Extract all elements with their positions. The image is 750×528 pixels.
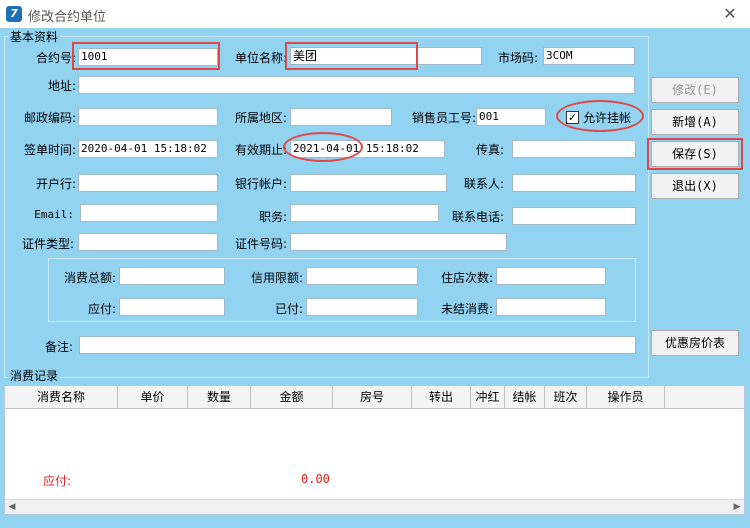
id-type-input[interactable] bbox=[78, 233, 218, 251]
credit-limit-label: 信用限额: bbox=[250, 271, 303, 285]
position-label: 职务: bbox=[258, 210, 287, 224]
region-input[interactable] bbox=[290, 108, 392, 126]
unit-name-label: 单位名称: bbox=[234, 51, 287, 65]
column-header[interactable]: 冲红 bbox=[471, 386, 505, 408]
add-button[interactable]: 新增(A) bbox=[651, 109, 739, 135]
column-header[interactable]: 消费名称 bbox=[5, 386, 118, 408]
bank-label: 开户行: bbox=[35, 177, 76, 191]
fax-input[interactable] bbox=[512, 140, 636, 158]
scroll-left-icon[interactable]: ◀ bbox=[5, 500, 19, 514]
app-icon: 7 bbox=[6, 6, 22, 22]
records-grid[interactable]: 消费名称 单价 数量 金额 房号 转出 冲红 结帐 班次 操作员 应付: 0.0… bbox=[4, 385, 745, 515]
position-input[interactable] bbox=[290, 204, 439, 222]
contact-label: 联系人: bbox=[463, 177, 504, 191]
paid-input[interactable] bbox=[306, 298, 418, 316]
summary-payable-label: 应付: bbox=[43, 474, 72, 488]
contract-no-label: 合约号: bbox=[35, 51, 76, 65]
bank-account-label: 银行帐户: bbox=[234, 177, 287, 191]
unit-name-highlight bbox=[285, 42, 418, 70]
contact-input[interactable] bbox=[512, 174, 636, 192]
sales-id-label: 销售员工号: bbox=[411, 111, 476, 125]
discount-rate-button[interactable]: 优惠房价表 bbox=[651, 330, 739, 356]
payable-label: 应付: bbox=[87, 302, 116, 316]
email-input[interactable] bbox=[80, 204, 218, 222]
column-header[interactable]: 金额 bbox=[251, 386, 333, 408]
save-button-highlight bbox=[647, 138, 743, 170]
total-spend-label: 消费总额: bbox=[63, 271, 116, 285]
remark-input[interactable] bbox=[79, 336, 636, 354]
column-header[interactable]: 班次 bbox=[545, 386, 587, 408]
address-input[interactable] bbox=[78, 76, 635, 94]
records-label: 消费记录 bbox=[8, 367, 61, 384]
id-no-label: 证件号码: bbox=[234, 237, 287, 251]
market-code-input[interactable]: 3COM bbox=[543, 47, 635, 65]
unsettled-input[interactable] bbox=[496, 298, 606, 316]
column-header[interactable]: 数量 bbox=[188, 386, 251, 408]
valid-until-highlight bbox=[283, 132, 363, 162]
allow-credit-highlight bbox=[556, 100, 644, 132]
unsettled-label: 未结消费: bbox=[440, 302, 493, 316]
sales-id-input[interactable]: 001 bbox=[476, 108, 546, 126]
summary-payable-value: 0.00 bbox=[301, 472, 330, 486]
id-no-input[interactable] bbox=[290, 233, 507, 251]
window-title: 修改合约单位 bbox=[28, 10, 107, 25]
bank-account-input[interactable] bbox=[290, 174, 447, 192]
records-header: 消费名称 单价 数量 金额 房号 转出 冲红 结帐 班次 操作员 bbox=[5, 386, 744, 409]
fax-label: 传真: bbox=[475, 143, 504, 157]
remark-label: 备注: bbox=[44, 340, 73, 354]
sign-time-label: 签单时间: bbox=[23, 143, 76, 157]
basic-info-label: 基本资料 bbox=[8, 28, 61, 45]
column-header[interactable]: 操作员 bbox=[587, 386, 665, 408]
title-bar: 7 修改合约单位 ✕ bbox=[0, 0, 750, 28]
stay-count-label: 住店次数: bbox=[440, 271, 493, 285]
bank-input[interactable] bbox=[78, 174, 218, 192]
region-label: 所属地区: bbox=[234, 111, 287, 125]
contact-phone-input[interactable] bbox=[512, 207, 636, 225]
credit-limit-input[interactable] bbox=[306, 267, 418, 285]
address-label: 地址: bbox=[47, 79, 76, 93]
contact-phone-label: 联系电话: bbox=[451, 210, 504, 224]
scroll-right-icon[interactable]: ▶ bbox=[730, 500, 744, 514]
paid-label: 已付: bbox=[274, 302, 303, 316]
column-header[interactable]: 转出 bbox=[412, 386, 471, 408]
payable-input[interactable] bbox=[119, 298, 225, 316]
market-code-label: 市场码: bbox=[497, 51, 538, 65]
email-label: Email: bbox=[34, 208, 74, 221]
id-type-label: 证件类型: bbox=[21, 237, 74, 251]
close-icon[interactable]: ✕ bbox=[720, 4, 740, 24]
column-header[interactable]: 房号 bbox=[333, 386, 412, 408]
postal-code-label: 邮政编码: bbox=[23, 111, 76, 125]
exit-button[interactable]: 退出(X) bbox=[651, 173, 739, 199]
postal-code-input[interactable] bbox=[78, 108, 218, 126]
modify-button[interactable]: 修改(E) bbox=[651, 77, 739, 103]
horizontal-scrollbar[interactable]: ◀ ▶ bbox=[5, 499, 744, 514]
valid-until-label: 有效期止: bbox=[234, 143, 287, 157]
stay-count-input[interactable] bbox=[496, 267, 606, 285]
column-header[interactable]: 结帐 bbox=[505, 386, 545, 408]
contract-no-highlight bbox=[72, 42, 220, 70]
total-spend-input[interactable] bbox=[119, 267, 225, 285]
sign-time-input[interactable]: 2020-04-01 15:18:02 bbox=[78, 140, 218, 158]
column-header[interactable]: 单价 bbox=[118, 386, 188, 408]
